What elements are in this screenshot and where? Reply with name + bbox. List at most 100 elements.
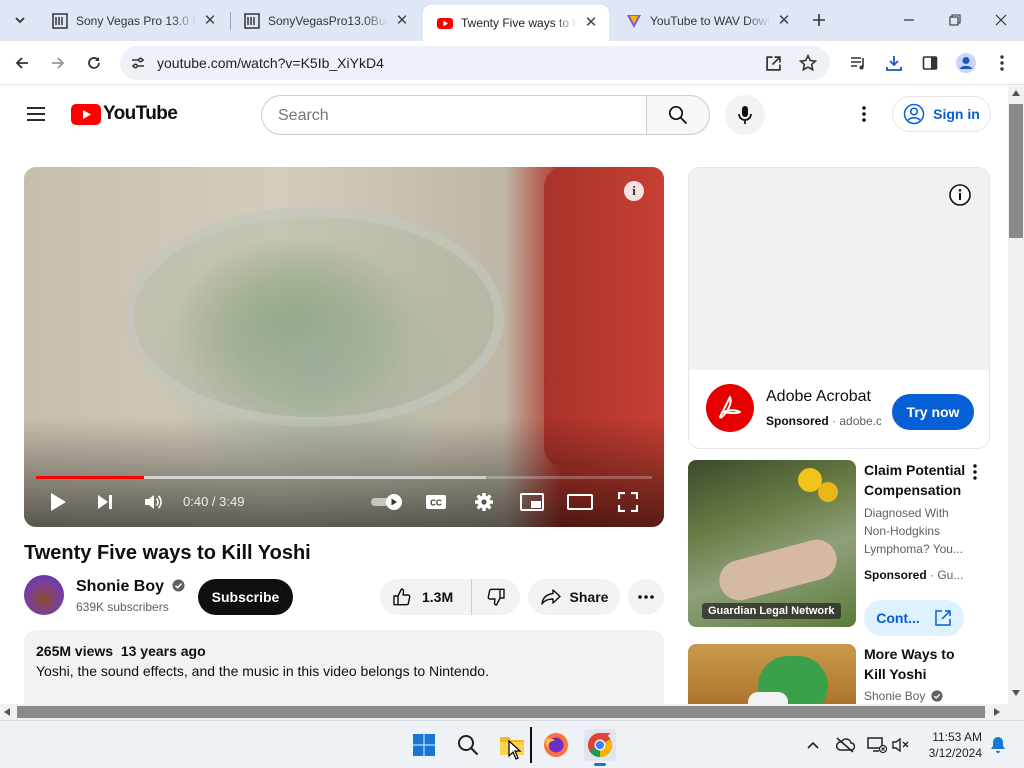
mute-button[interactable] xyxy=(135,484,171,520)
fullscreen-icon xyxy=(618,492,638,512)
search-input[interactable]: Search xyxy=(261,95,647,135)
volume-tray-button[interactable] xyxy=(885,729,917,761)
scroll-right-arrow-icon[interactable] xyxy=(994,708,1000,716)
video-title: Twenty Five ways to Kill Yoshi xyxy=(24,542,311,564)
verified-badge-icon xyxy=(172,579,186,592)
sidebar-thumbnail-video[interactable] xyxy=(688,644,856,704)
more-actions-button[interactable] xyxy=(628,579,664,615)
onedrive-button[interactable] xyxy=(829,729,861,761)
tab-sony-vegas[interactable]: Sony Vegas Pro 13.0 Bu ✕ xyxy=(38,5,228,36)
notifications-button[interactable] xyxy=(982,729,1014,761)
scroll-left-arrow-icon[interactable] xyxy=(4,708,10,716)
volume-icon xyxy=(145,495,162,509)
dislike-button[interactable] xyxy=(472,579,520,615)
firefox-button[interactable] xyxy=(540,729,572,761)
tab-sony-vegas-build[interactable]: SonyVegasPro13.0Build ✕ xyxy=(230,5,420,36)
side-panel-button[interactable] xyxy=(916,49,944,77)
open-in-app-icon[interactable] xyxy=(765,55,782,72)
url-text[interactable]: youtube.com/watch?v=K5Ib_XiYkD4 xyxy=(157,55,384,71)
arrow-right-icon xyxy=(52,57,65,69)
video-player[interactable]: i 0:40 / 3:49 CC xyxy=(24,167,664,527)
scroll-up-arrow-icon[interactable] xyxy=(1012,90,1020,96)
tab-close-icon[interactable]: ✕ xyxy=(583,15,599,31)
horizontal-scrollbar[interactable] xyxy=(0,704,1024,720)
bookmark-star-icon[interactable] xyxy=(799,54,817,72)
fullscreen-button[interactable] xyxy=(610,484,646,520)
try-now-button[interactable]: Try now xyxy=(892,394,974,430)
sidebar-title[interactable]: Claim Potential Compensation xyxy=(864,460,974,500)
theater-mode-button[interactable] xyxy=(562,484,598,520)
chrome-button[interactable] xyxy=(584,729,616,766)
ad-card[interactable]: Adobe Acrobat Sponsored · adobe.c Try no… xyxy=(688,167,990,449)
ad-meta: Sponsored · adobe.c xyxy=(766,414,881,428)
subscriber-count: 639K subscribers xyxy=(76,600,169,614)
show-hidden-icons-button[interactable] xyxy=(797,729,829,761)
horizontal-scroll-thumb[interactable] xyxy=(17,706,985,718)
start-button[interactable] xyxy=(408,729,440,761)
tab-close-icon[interactable]: ✕ xyxy=(202,12,218,29)
minimize-button[interactable] xyxy=(895,6,923,34)
close-window-button[interactable] xyxy=(987,6,1015,34)
taskbar-clock[interactable]: 11:53 AM 3/12/2024 xyxy=(916,729,982,761)
taskbar-search-button[interactable] xyxy=(452,729,484,761)
youtube-page: YouTube Search Sign in i 0:40 / 3:49 CC … xyxy=(0,86,1008,704)
tab-youtube-active[interactable]: Twenty Five ways to Kill Yoshi ✕ xyxy=(423,5,609,41)
progress-bar[interactable] xyxy=(36,476,652,479)
profile-button[interactable] xyxy=(952,49,980,77)
address-bar[interactable]: youtube.com/watch?v=K5Ib_XiYkD4 xyxy=(120,46,830,80)
more-vert-icon[interactable] xyxy=(973,464,977,480)
reload-icon xyxy=(88,57,100,69)
tab-close-icon[interactable]: ✕ xyxy=(776,12,792,29)
sidebar-title[interactable]: More Ways to Kill Yoshi xyxy=(864,644,974,684)
reload-button[interactable] xyxy=(80,49,108,77)
settings-menu-button[interactable] xyxy=(848,96,880,132)
guide-menu-button[interactable] xyxy=(20,96,52,132)
browser-menu-button[interactable] xyxy=(988,49,1016,77)
minimize-icon xyxy=(904,19,914,21)
back-button[interactable] xyxy=(8,49,36,77)
scroll-down-arrow-icon[interactable] xyxy=(1012,690,1020,696)
ad-banner-image[interactable] xyxy=(689,168,989,370)
restore-button[interactable] xyxy=(941,6,969,34)
vertical-scrollbar[interactable] xyxy=(1008,86,1024,704)
tab-title: YouTube to WAV Down xyxy=(650,13,770,28)
ad-info-icon[interactable] xyxy=(948,183,972,207)
voice-search-button[interactable] xyxy=(725,95,765,135)
share-label: Share xyxy=(569,589,609,605)
description-box[interactable]: 265M views 13 years ago Yoshi, the sound… xyxy=(24,630,664,704)
sidebar-ad-description: Diagnosed With Non-Hodgkins Lymphoma? Yo… xyxy=(864,506,963,556)
tab-youtube-to-wav[interactable]: YouTube to WAV Down ✕ xyxy=(612,5,802,36)
info-icon[interactable]: i xyxy=(624,181,644,201)
search-button[interactable] xyxy=(646,95,710,135)
chevron-up-icon xyxy=(807,741,819,749)
ad-advertiser: Adobe Acrobat xyxy=(766,388,871,405)
share-button[interactable]: Share xyxy=(528,579,620,615)
channel-name[interactable]: Shonie Boy xyxy=(76,578,186,596)
subtitles-button[interactable]: CC xyxy=(418,484,454,520)
sign-in-button[interactable]: Sign in xyxy=(892,96,991,132)
tab-search-button[interactable] xyxy=(6,6,34,34)
ad-sponsored-label: Sponsored xyxy=(766,414,829,428)
browser-toolbar: youtube.com/watch?v=K5Ib_XiYkD4 xyxy=(0,41,1024,85)
vertical-scroll-thumb[interactable] xyxy=(1009,104,1023,238)
settings-button[interactable] xyxy=(466,484,502,520)
autoplay-toggle[interactable] xyxy=(367,484,407,520)
play-button[interactable] xyxy=(40,484,76,520)
ad-domain: adobe.c xyxy=(839,414,881,428)
like-button[interactable]: 1.3M xyxy=(380,579,472,615)
youtube-logo[interactable]: YouTube xyxy=(71,103,178,125)
media-controls-button[interactable] xyxy=(844,49,872,77)
side-panel-icon xyxy=(922,56,938,70)
tab-close-icon[interactable]: ✕ xyxy=(394,12,410,29)
new-tab-button[interactable] xyxy=(805,6,833,34)
continue-button[interactable]: Cont... xyxy=(864,600,964,636)
site-settings-icon[interactable] xyxy=(130,55,146,71)
sidebar-thumbnail-ad[interactable]: Guardian Legal Network xyxy=(688,460,856,627)
firefox-icon xyxy=(544,733,568,757)
channel-avatar[interactable] xyxy=(24,575,64,615)
miniplayer-button[interactable] xyxy=(514,484,550,520)
subscribe-button[interactable]: Subscribe xyxy=(198,579,293,615)
forward-button[interactable] xyxy=(44,49,72,77)
downloads-button[interactable] xyxy=(880,49,908,77)
next-button[interactable] xyxy=(87,484,123,520)
